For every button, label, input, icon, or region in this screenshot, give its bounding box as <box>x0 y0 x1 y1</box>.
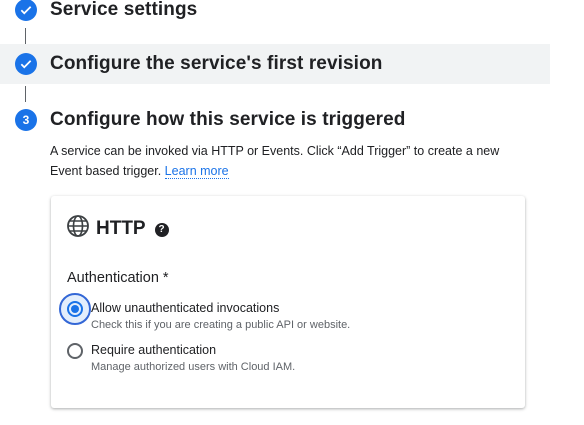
radio-label: Allow unauthenticated invocations <box>91 301 280 315</box>
card-title: HTTP <box>96 217 146 239</box>
step-number-badge: 3 <box>15 109 37 131</box>
help-icon[interactable]: ? <box>154 222 169 237</box>
check-icon <box>15 0 37 21</box>
step-title: Configure how this service is triggered <box>50 109 406 130</box>
radio-label: Require authentication <box>91 343 217 357</box>
step-connector <box>25 86 26 102</box>
step-service-settings[interactable]: Service settings <box>0 0 550 22</box>
learn-more-link[interactable]: Learn more <box>164 164 229 179</box>
description-text: A service can be invoked via HTTP or Eve… <box>50 144 500 178</box>
card-header: HTTP ? <box>66 214 169 243</box>
radio-hint: Check this if you are creating a public … <box>91 319 351 331</box>
http-trigger-card: HTTP ? Authentication * Allow unauthenti… <box>51 196 525 408</box>
check-icon <box>15 53 37 75</box>
step-description: A service can be invoked via HTTP or Eve… <box>50 141 530 181</box>
radio-button[interactable] <box>67 343 83 359</box>
step-configure-trigger[interactable]: 3 Configure how this service is triggere… <box>0 108 550 132</box>
step-configure-revision[interactable]: Configure the service's first revision <box>0 44 550 84</box>
step-title: Configure the service's first revision <box>50 53 383 74</box>
authentication-label: Authentication * <box>67 270 169 286</box>
step-title: Service settings <box>50 0 198 20</box>
radio-button[interactable] <box>67 301 83 317</box>
step-connector <box>25 28 26 44</box>
radio-hint: Manage authorized users with Cloud IAM. <box>91 361 296 373</box>
globe-icon <box>66 214 90 243</box>
